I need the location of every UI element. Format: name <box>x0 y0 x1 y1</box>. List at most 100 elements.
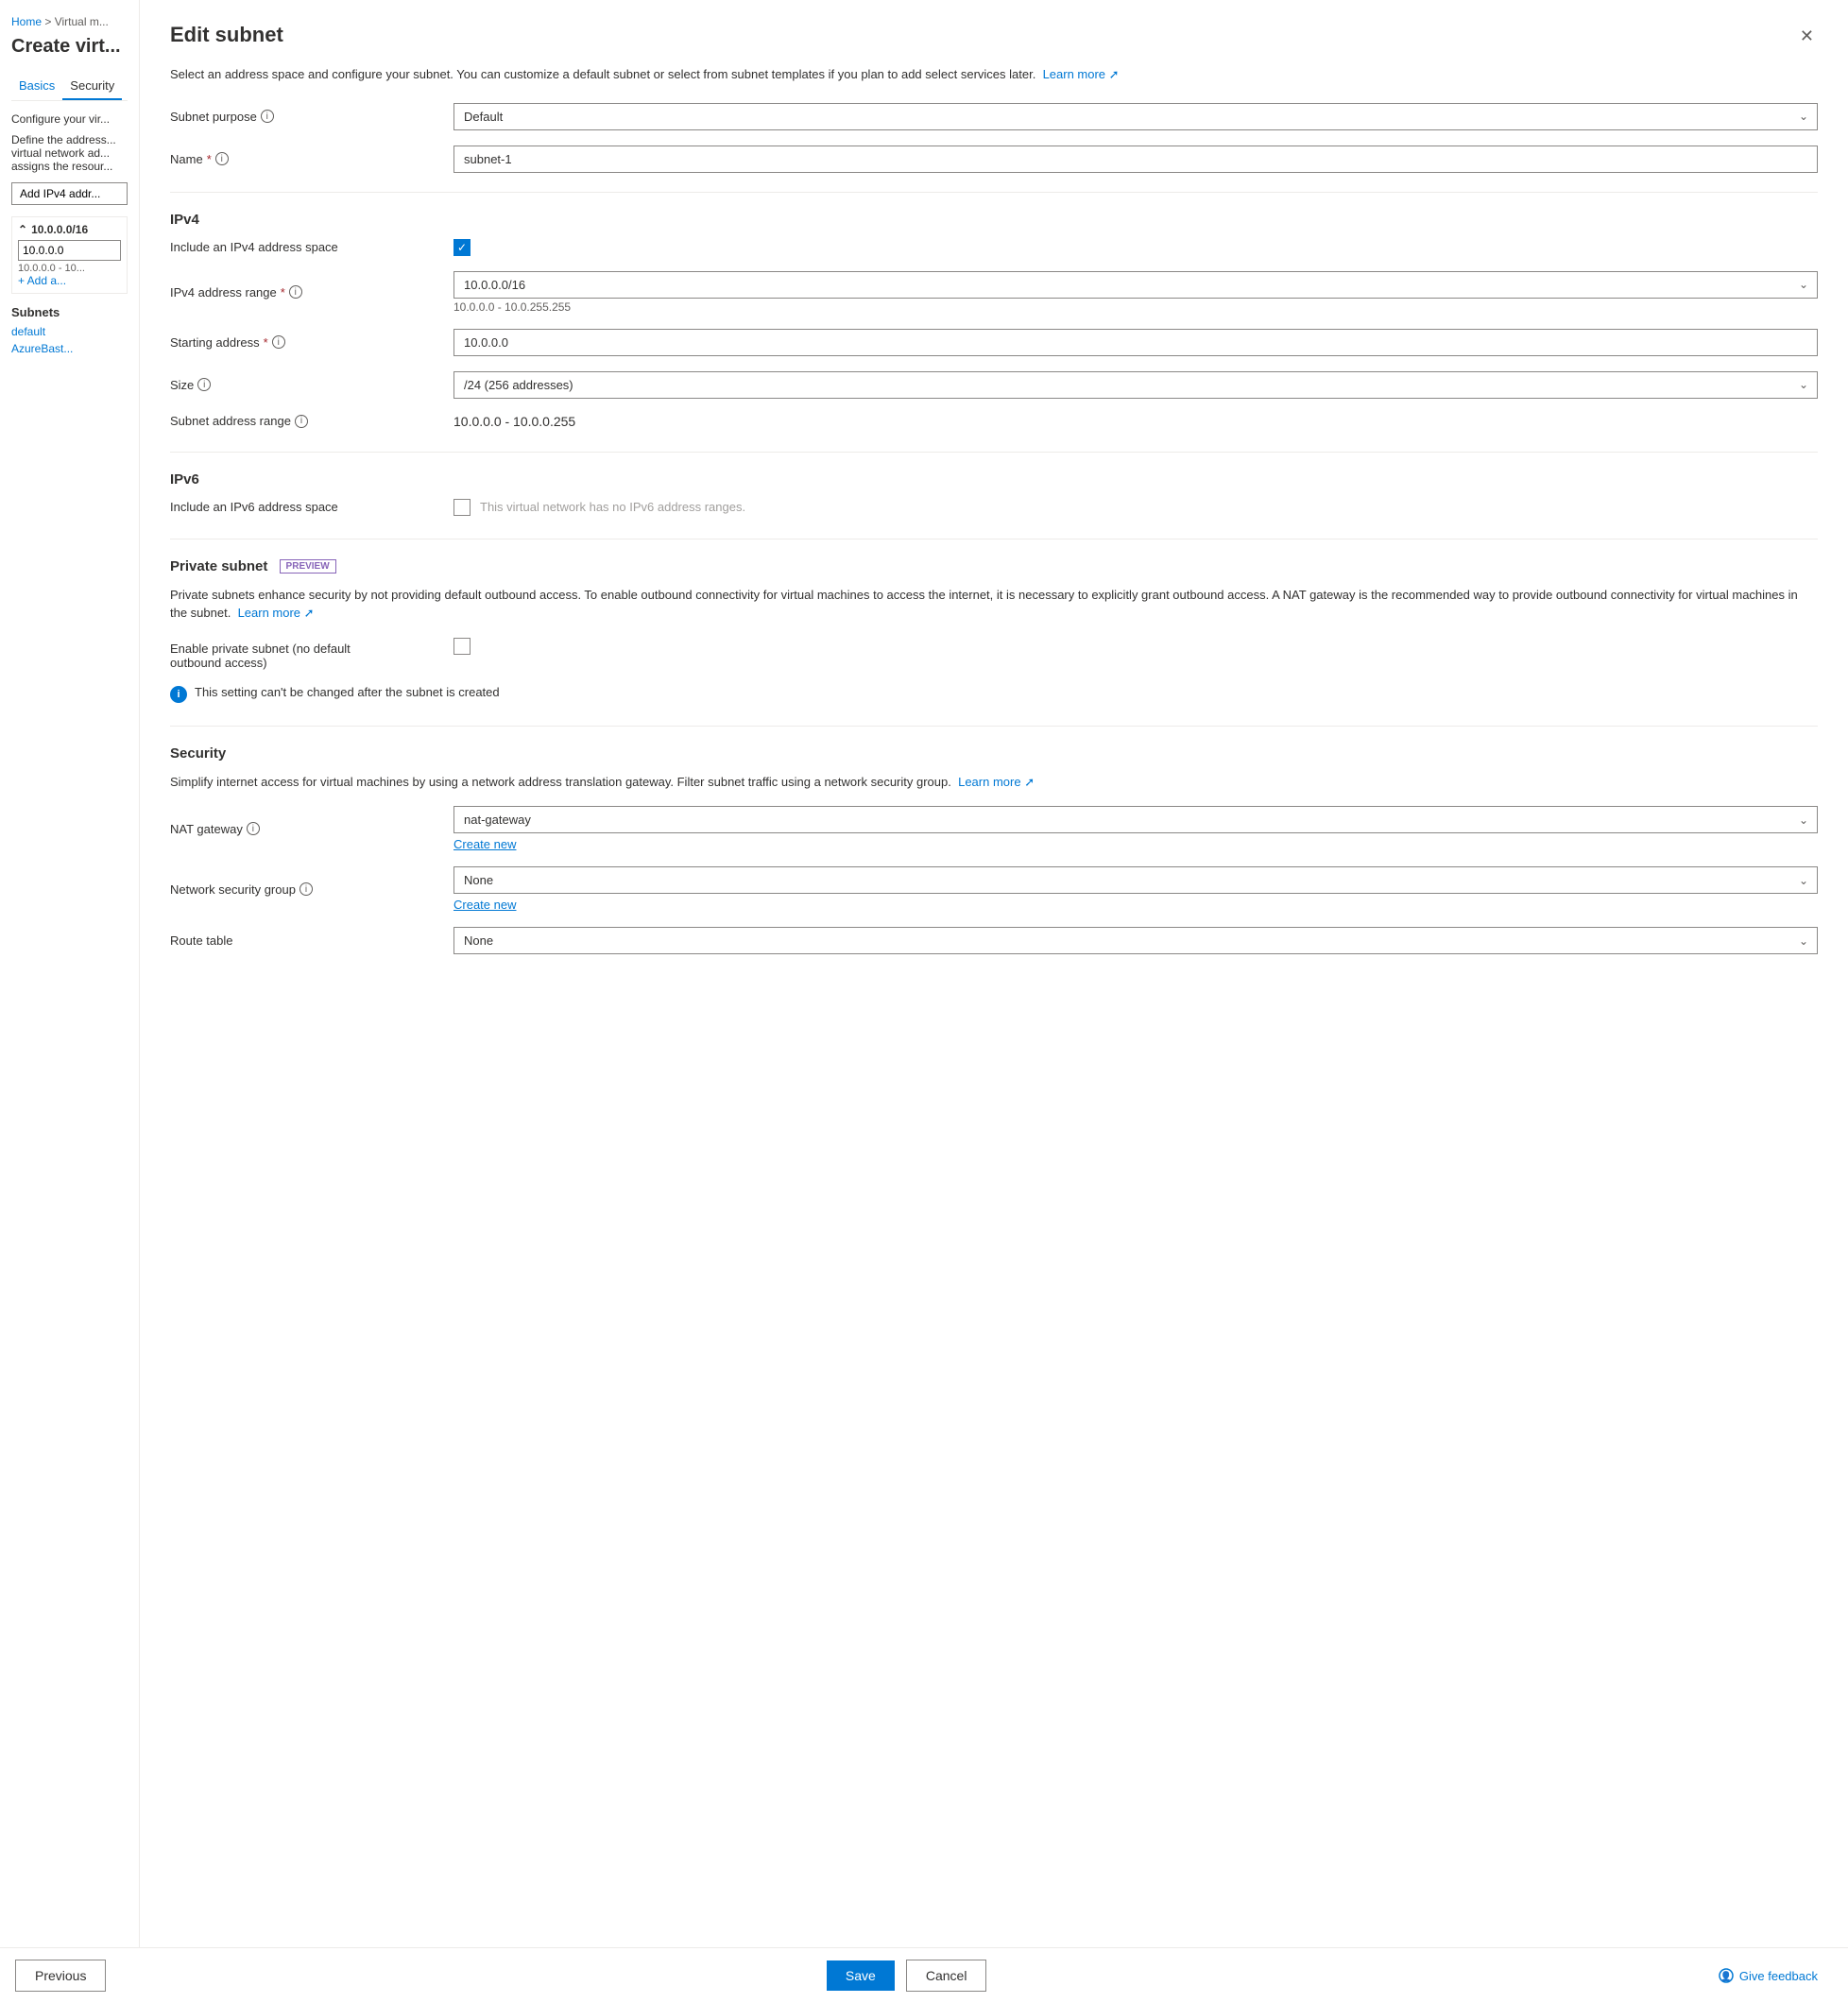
starting-address-control <box>453 329 1818 356</box>
save-button[interactable]: Save <box>827 1960 895 1991</box>
name-info-icon[interactable]: i <box>215 152 229 165</box>
section-desc-1: Configure your vir... <box>11 112 128 126</box>
ipv6-disabled-text: This virtual network has no IPv6 address… <box>480 500 745 514</box>
starting-address-input[interactable] <box>453 329 1818 356</box>
ipv4-range-subtext: 10.0.0.0 - 10.0.255.255 <box>453 300 1818 314</box>
subnet-purpose-control: Default ⌄ <box>453 103 1818 130</box>
include-ipv4-label: Include an IPv4 address space <box>170 240 453 254</box>
previous-button[interactable]: Previous <box>15 1960 106 1992</box>
divider-4 <box>170 726 1818 727</box>
starting-address-row: Starting address * i <box>170 329 1818 356</box>
subnet-purpose-info-icon[interactable]: i <box>261 110 274 123</box>
nsg-control: None ⌄ Create new <box>453 866 1818 912</box>
private-subnet-learn-more-link[interactable]: Learn more ➚ <box>238 606 315 620</box>
enable-private-subnet-label: Enable private subnet (no default outbou… <box>170 638 453 670</box>
drawer-title: Edit subnet <box>170 23 283 47</box>
starting-address-label: Starting address * i <box>170 335 453 350</box>
include-ipv6-checkbox[interactable] <box>453 499 471 516</box>
name-label: Name * i <box>170 152 453 166</box>
left-panel: Home > Virtual m... Create virt... Basic… <box>0 0 140 2003</box>
size-info-icon[interactable]: i <box>197 378 211 391</box>
subnet-address-range-row: Subnet address range i 10.0.0.0 - 10.0.0… <box>170 414 1818 429</box>
nat-gateway-row: NAT gateway i nat-gateway ⌄ Create new <box>170 806 1818 851</box>
include-ipv4-row: Include an IPv4 address space <box>170 239 1818 256</box>
add-subnet-link[interactable]: + Add a... <box>18 274 121 287</box>
size-select[interactable]: /24 (256 addresses) <box>453 371 1818 399</box>
ip-range: 10.0.0.0 - 10... <box>18 263 121 274</box>
enable-private-subnet-checkbox[interactable] <box>453 638 471 655</box>
ipv4-range-required: * <box>281 285 285 300</box>
ipv4-section: IPv4 Include an IPv4 address space IPv4 … <box>170 212 1818 429</box>
svg-text:👤: 👤 <box>1720 1970 1732 1982</box>
preview-badge: PREVIEW <box>280 559 336 574</box>
security-desc: Simplify internet access for virtual mac… <box>170 773 1818 792</box>
security-section: Security Simplify internet access for vi… <box>170 745 1818 955</box>
breadcrumb: Home > Virtual m... <box>11 15 128 28</box>
learn-more-link-top[interactable]: Learn more ➚ <box>1043 67 1120 81</box>
subnet-item-azurebast[interactable]: AzureBast... <box>11 342 128 355</box>
nsg-select[interactable]: None <box>453 866 1818 894</box>
route-table-control: None ⌄ <box>453 927 1818 954</box>
ipv6-heading: IPv6 <box>170 471 1818 488</box>
give-feedback-button[interactable]: 👤 Give feedback <box>1719 1968 1818 1983</box>
nat-gateway-control: nat-gateway ⌄ Create new <box>453 806 1818 851</box>
nsg-label: Network security group i <box>170 882 453 897</box>
add-ipv4-button[interactable]: Add IPv4 addr... <box>11 182 128 205</box>
route-table-select[interactable]: None <box>453 927 1818 954</box>
tabs: Basics Security <box>11 73 128 101</box>
footer-actions: Save Cancel <box>827 1960 999 1992</box>
nsg-create-new-link[interactable]: Create new <box>453 898 1818 912</box>
route-table-select-wrapper: None ⌄ <box>453 927 1818 954</box>
subnet-purpose-select-wrapper: Default ⌄ <box>453 103 1818 130</box>
route-table-row: Route table None ⌄ <box>170 927 1818 954</box>
name-control <box>453 146 1818 173</box>
starting-address-info-icon[interactable]: i <box>272 335 285 349</box>
nsg-select-wrapper: None ⌄ <box>453 866 1818 894</box>
ipv4-range-select-wrapper: 10.0.0.0/16 ⌄ <box>453 271 1818 299</box>
nsg-info-icon[interactable]: i <box>299 882 313 896</box>
private-subnet-info-box: i This setting can't be changed after th… <box>170 685 1818 703</box>
nat-gateway-label: NAT gateway i <box>170 822 453 836</box>
enable-private-subnet-row: Enable private subnet (no default outbou… <box>170 638 1818 670</box>
name-required-marker: * <box>207 152 212 166</box>
drawer-header: Edit subnet ✕ <box>170 23 1818 50</box>
route-table-label: Route table <box>170 933 453 948</box>
nat-gateway-select[interactable]: nat-gateway <box>453 806 1818 833</box>
subnet-item-default[interactable]: default <box>11 325 128 338</box>
tab-basics[interactable]: Basics <box>11 73 62 100</box>
include-ipv4-checkbox[interactable] <box>453 239 471 256</box>
ip-input[interactable] <box>18 240 121 261</box>
subnets-label: Subnets <box>11 305 128 319</box>
size-select-wrapper: /24 (256 addresses) ⌄ <box>453 371 1818 399</box>
include-ipv6-row: Include an IPv6 address space This virtu… <box>170 499 1818 516</box>
nat-gateway-create-new-link[interactable]: Create new <box>453 837 1818 851</box>
divider-1 <box>170 192 1818 193</box>
size-control: /24 (256 addresses) ⌄ <box>453 371 1818 399</box>
subnet-purpose-select[interactable]: Default <box>453 103 1818 130</box>
include-ipv6-control: This virtual network has no IPv6 address… <box>453 499 1818 516</box>
nat-gateway-info-icon[interactable]: i <box>247 822 260 835</box>
subnet-address-range-value: 10.0.0.0 - 10.0.0.255 <box>453 414 1818 429</box>
section-desc-2: Define the address... virtual network ad… <box>11 133 128 173</box>
subnets-section: Subnets default AzureBast... <box>11 305 128 355</box>
security-learn-more-link[interactable]: Learn more ➚ <box>958 775 1035 789</box>
breadcrumb-home[interactable]: Home <box>11 15 42 28</box>
private-subnet-section: Private subnet PREVIEW Private subnets e… <box>170 558 1818 703</box>
ipv4-range-label: IPv4 address range * i <box>170 285 453 300</box>
ipv4-range-row: IPv4 address range * i 10.0.0.0/16 ⌄ 10.… <box>170 271 1818 314</box>
close-button[interactable]: ✕ <box>1796 23 1818 50</box>
ipv4-range-select[interactable]: 10.0.0.0/16 <box>453 271 1818 299</box>
subnet-address-range-info-icon[interactable]: i <box>295 415 308 428</box>
starting-address-required: * <box>264 335 268 350</box>
info-icon: i <box>170 686 187 703</box>
include-ipv4-control <box>453 239 1818 256</box>
subnet-purpose-label: Subnet purpose i <box>170 110 453 124</box>
collapse-icon[interactable]: ⌃ <box>18 223 27 236</box>
ipv4-range-control: 10.0.0.0/16 ⌄ 10.0.0.0 - 10.0.255.255 <box>453 271 1818 314</box>
edit-subnet-drawer: Edit subnet ✕ Select an address space an… <box>140 0 1848 2003</box>
name-input[interactable] <box>453 146 1818 173</box>
nsg-row: Network security group i None ⌄ Create n… <box>170 866 1818 912</box>
ipv4-range-info-icon[interactable]: i <box>289 285 302 299</box>
cancel-button[interactable]: Cancel <box>906 1960 987 1992</box>
tab-security[interactable]: Security <box>62 73 122 100</box>
